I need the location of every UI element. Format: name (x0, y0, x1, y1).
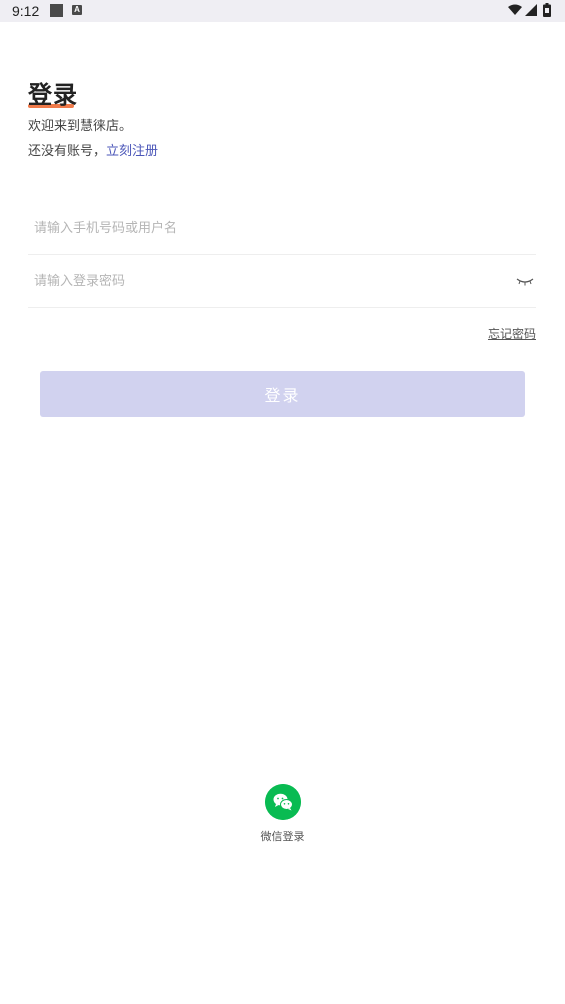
register-link[interactable]: 立刻注册 (106, 144, 158, 159)
eye-closed-icon[interactable] (516, 275, 534, 287)
battery-icon (543, 3, 551, 17)
password-input[interactable] (34, 255, 504, 307)
register-line: 还没有账号，立刻注册 (28, 143, 158, 161)
no-account-text: 还没有账号， (28, 144, 107, 159)
wechat-icon[interactable] (264, 784, 301, 820)
notification-square-icon (50, 4, 63, 17)
username-input[interactable] (34, 202, 504, 254)
notification-a-icon: A (72, 5, 82, 15)
forgot-password-link[interactable]: 忘记密码 (488, 325, 536, 342)
login-button[interactable]: 登录 (40, 371, 525, 417)
signal-icon (525, 4, 537, 16)
wifi-icon (508, 4, 522, 15)
wechat-login-label: 微信登录 (260, 830, 305, 843)
welcome-text: 欢迎来到慧徕店。 (28, 119, 133, 134)
username-field (28, 202, 536, 255)
page-title: 登录 (28, 80, 78, 110)
title-block: 登录 (28, 80, 78, 110)
page-title-text: 登录 (28, 81, 78, 109)
wechat-login[interactable]: 微信登录 (250, 784, 315, 844)
status-bar: 9:12 A (0, 0, 565, 22)
login-screen: 9:12 A 登录 欢迎来到慧徕店。 还没有账号，立刻注册 请输入手机号码或用户… (0, 0, 565, 1004)
status-time: 9:12 (12, 3, 40, 19)
password-field (28, 255, 536, 308)
